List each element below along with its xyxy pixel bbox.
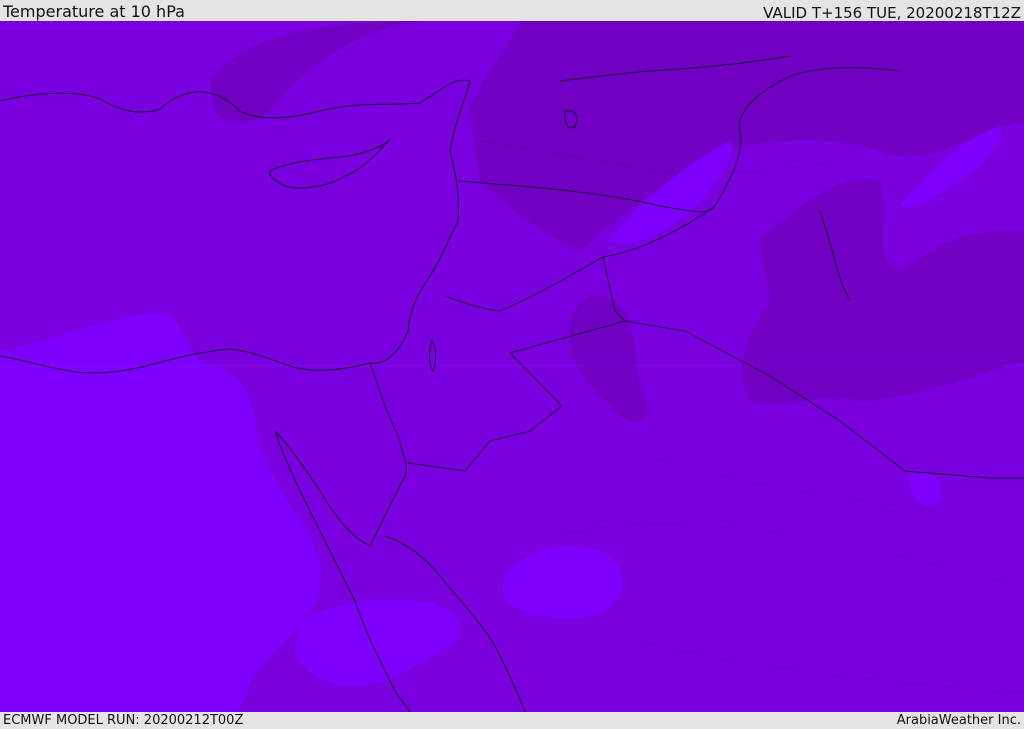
map-footer: ECMWF MODEL RUN: 20200212T00Z ArabiaWeat… — [0, 712, 1024, 729]
map-header: Temperature at 10 hPa VALID T+156 TUE, 2… — [0, 0, 1024, 21]
map-title: Temperature at 10 hPa — [3, 2, 185, 21]
valid-time: VALID T+156 TUE, 20200218T12Z — [763, 4, 1021, 22]
temperature-map — [0, 21, 1024, 712]
credit: ArabiaWeather Inc. — [896, 713, 1021, 728]
model-run: ECMWF MODEL RUN: 20200212T00Z — [3, 713, 244, 728]
